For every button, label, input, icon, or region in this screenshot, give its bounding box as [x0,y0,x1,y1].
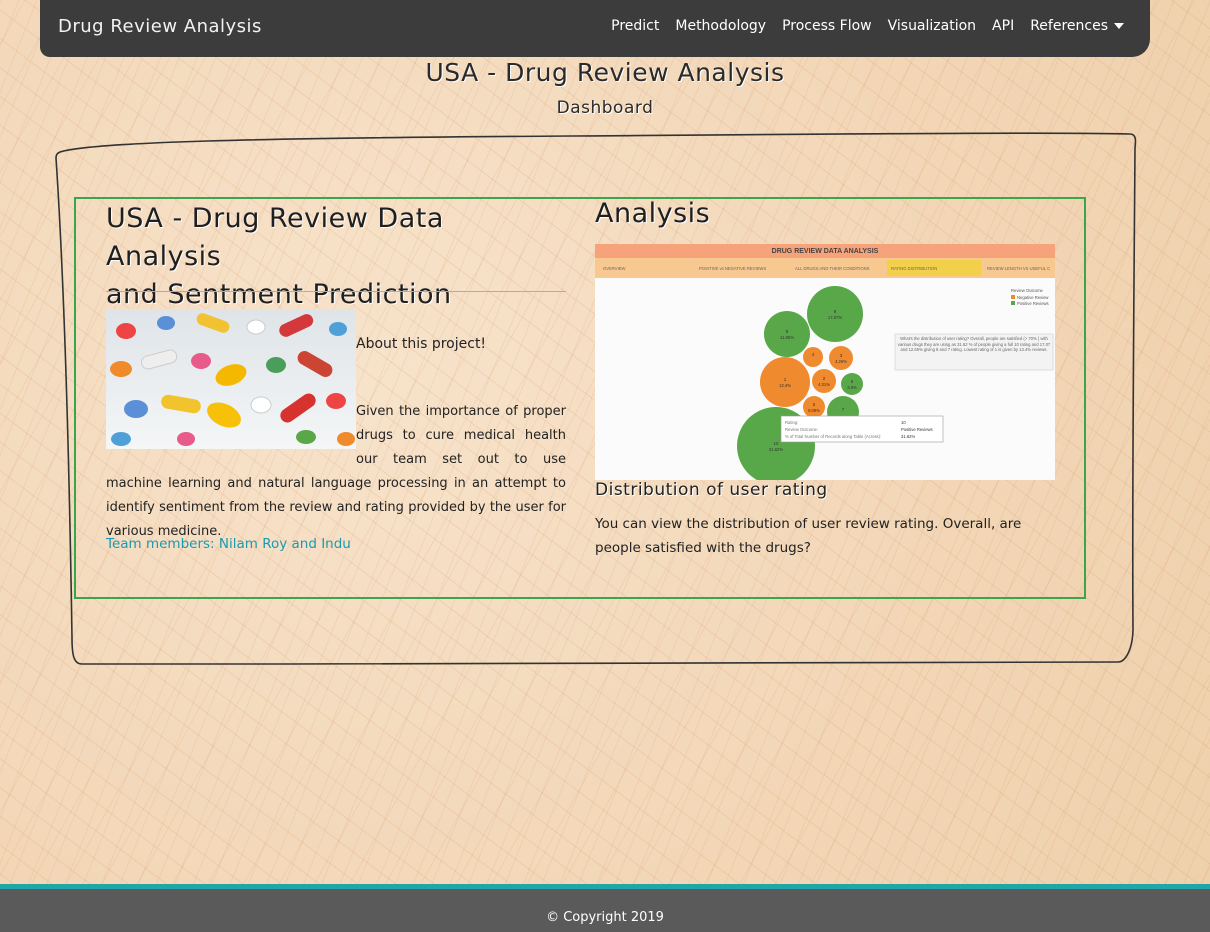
dashboard-tooltip: Rating: 10 Review Outcome: Positive Reviews… [780,415,944,443]
dashboard-legend-label: Negative Review [1017,295,1049,300]
page-subtitle: Dashboard [556,98,654,118]
dashboard-tab: ALL DRUGS AND THEIR CONDITIONS [795,266,870,271]
dashboard-bubble-label: 10 [773,441,779,446]
dashboard-tab: REVIEW LENGTH VS USEFUL C [987,266,1050,271]
dashboard-legend-title: Review Outcome [1011,288,1044,293]
dashboard-bubble-pct: 4.31% [818,382,830,387]
divider [106,291,566,292]
nav-methodology[interactable]: Methodology [675,18,766,34]
dashboard-tab: RATING DISTRIBUTION [891,266,937,271]
dashboard-screenshot: DRUG REVIEW DATA ANALYSIS OVERVIEW POSITI… [595,244,1055,480]
dashboard-bubble [803,347,823,367]
dashboard-legend-swatch [1011,301,1015,305]
dashboard-bubble [760,357,810,407]
dashboard-tooltip-key: Rating: [785,420,798,425]
brand-link[interactable]: Drug Review Analysis [58,16,262,37]
nav-links: Predict Methodology Process Flow Visuali… [611,18,1124,34]
dashboard-title: DRUG REVIEW DATA ANALYSIS [772,248,879,255]
dashboard-bubbles: 817.07%911.95%4 34.26%113.4%24.31%63.9%55… [737,286,863,480]
dashboard-bubble-pct: 31.62% [769,447,783,452]
dashboard-bubble-pct: 11.95% [780,335,794,340]
dashboard-tooltip-value: 10 [901,420,906,425]
project-title-line2: and Sentment Prediction [106,279,452,310]
dashboard-bubble [829,346,853,370]
distribution-description: You can view the distribution of user re… [595,516,1022,556]
dashboard-legend: Review Outcome Negative ReviewPositive Re… [1011,288,1049,306]
analysis-title: Analysis [595,198,711,229]
nav-process-flow[interactable]: Process Flow [782,18,872,34]
nav-api[interactable]: API [992,18,1014,34]
dashboard-bubble-pct: 13.4% [779,383,791,388]
dashboard-annotation-text: What's the distribution of user rating? … [897,336,1051,352]
top-navbar: Drug Review Analysis Predict Methodology… [40,0,1150,57]
distribution-title: Distribution of user rating [595,480,828,500]
dashboard-bubble-pct: 17.07% [828,315,842,320]
dashboard-bubble [803,396,825,418]
dashboard-bubble-pct: 3.9% [847,385,857,390]
dashboard-bubble-pct: 5.09% [808,408,820,413]
dashboard-bubble [807,286,863,342]
team-members-link[interactable]: Team members: Nilam Roy and Indu [106,536,351,552]
dashboard-bubble [764,311,810,357]
about-project-label: About this project! [356,336,487,352]
copyright-text: © Copyright 2019 [546,910,664,925]
dashboard-bubble [812,369,836,393]
dashboard-tooltip-key: Review Outcome: [785,427,818,432]
project-title-line1: USA - Drug Review Data Analysis [106,203,444,272]
dashboard-bubble-pct: 4.26% [835,359,847,364]
dashboard-annotation: What's the distribution of user rating? … [897,336,1051,352]
dashboard-tab: POSITIVE vs NEGATIVE REVIEWS [699,266,766,271]
nav-visualization[interactable]: Visualization [888,18,976,34]
nav-predict[interactable]: Predict [611,18,659,34]
dashboard-tooltip-key: % of Total Number of Records along Table… [785,434,881,439]
project-description: Given the importance of proper drugs to … [106,400,566,544]
nav-references-dropdown[interactable]: References [1030,18,1124,34]
page-title: USA - Drug Review Analysis [425,58,785,87]
dashboard-image[interactable]: DRUG REVIEW DATA ANALYSIS OVERVIEW POSITI… [595,244,1055,480]
project-heading: USA - Drug Review Data Analysis and Sent… [106,200,566,314]
caret-down-icon [1114,23,1124,29]
image-spacer [106,400,356,449]
dashboard-tab: OVERVIEW [603,266,626,271]
dashboard-legend-swatch [1011,295,1015,299]
nav-references-label: References [1030,18,1108,34]
dashboard-tooltip-value: Positive Reviews [901,427,933,432]
dashboard-legend-label: Positive Reviews [1017,301,1049,306]
project-title: USA - Drug Review Data Analysis and Sent… [106,200,566,314]
dashboard-bubble [841,373,863,395]
dashboard-tooltip-value: 31.62% [901,434,915,439]
